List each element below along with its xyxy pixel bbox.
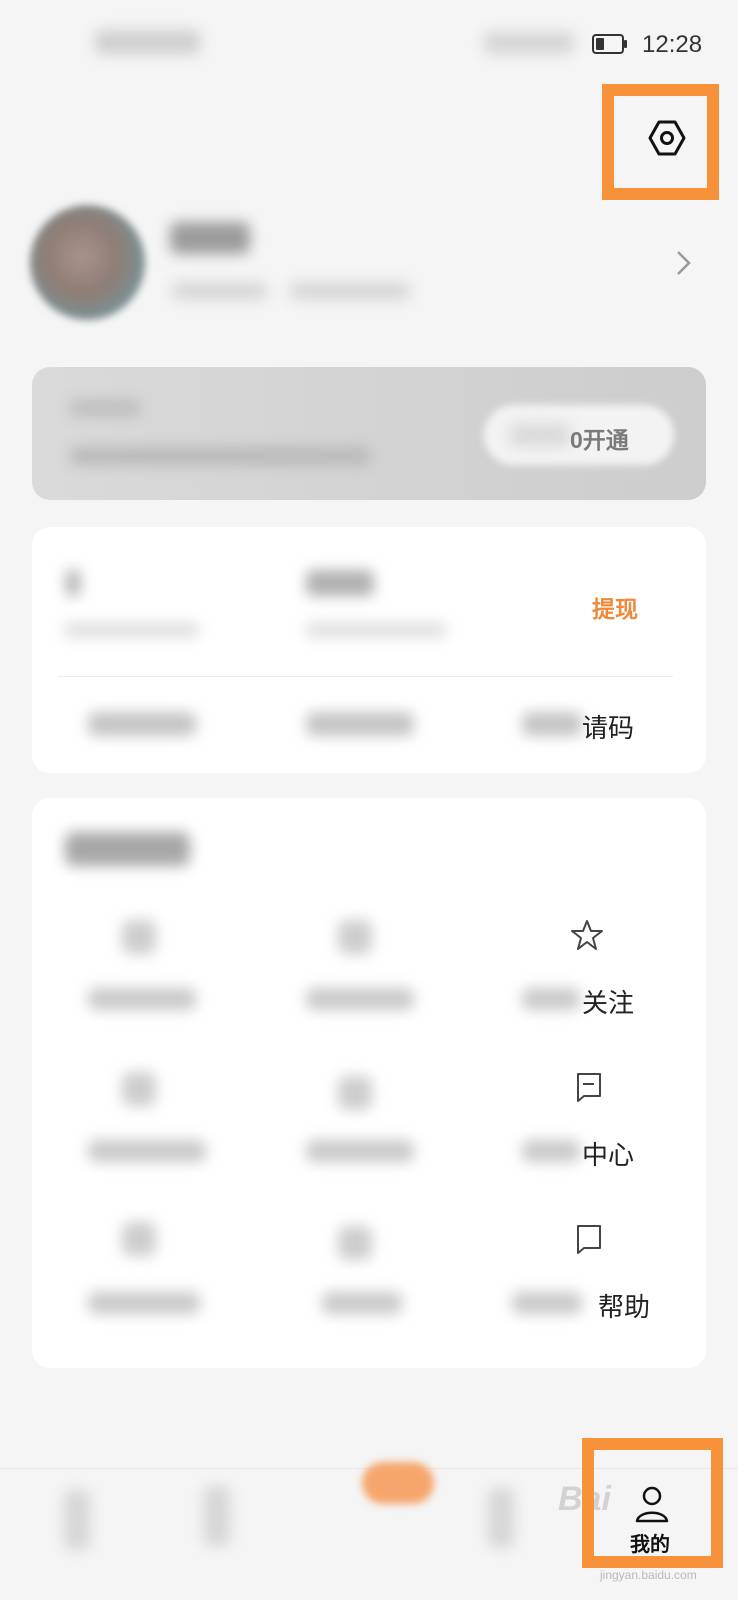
balance-value-blurred bbox=[66, 570, 80, 596]
invite-code-prefix-blurred bbox=[522, 712, 582, 736]
service-label-prefix-blurred bbox=[512, 1292, 582, 1314]
status-bar-time: 12:28 bbox=[642, 31, 703, 58]
service-icon-blurred[interactable] bbox=[122, 920, 156, 954]
profile-subtitle-blurred bbox=[172, 282, 267, 300]
wallet-divider bbox=[58, 676, 673, 677]
help-chat-icon[interactable] bbox=[570, 1222, 604, 1256]
person-icon[interactable] bbox=[634, 1484, 670, 1524]
message-box-icon[interactable] bbox=[570, 1070, 604, 1104]
center-label[interactable]: 中心 bbox=[582, 1135, 634, 1172]
service-label-blurred bbox=[306, 1140, 414, 1162]
nav-tab-center[interactable] bbox=[362, 1462, 434, 1504]
nav-tab-2-blurred[interactable] bbox=[204, 1486, 230, 1546]
profile-id-blurred bbox=[290, 282, 410, 300]
watermark-url: jingyan.baidu.com bbox=[600, 1568, 697, 1582]
service-icon-blurred[interactable] bbox=[338, 1076, 372, 1110]
avatar[interactable] bbox=[30, 205, 145, 320]
service-label-blurred bbox=[88, 988, 196, 1010]
service-label-prefix-blurred bbox=[522, 1140, 580, 1162]
service-icon-blurred[interactable] bbox=[122, 1222, 156, 1256]
nav-tab-me[interactable]: 我的 bbox=[630, 1528, 670, 1557]
battery-icon bbox=[592, 34, 627, 54]
coins-label-blurred bbox=[306, 622, 446, 638]
services-title-blurred bbox=[65, 832, 190, 866]
status-bar-signal-blurred bbox=[484, 32, 574, 54]
invite-code-link[interactable]: 请码 bbox=[582, 708, 634, 745]
withdraw-button[interactable]: 提现 bbox=[592, 590, 638, 624]
follow-label[interactable]: 关注 bbox=[582, 983, 634, 1020]
service-label-blurred bbox=[88, 1140, 206, 1162]
balance-label-blurred bbox=[64, 622, 199, 638]
service-label-blurred bbox=[306, 988, 414, 1010]
service-icon-blurred[interactable] bbox=[122, 1072, 156, 1106]
nav-tab-4-blurred[interactable] bbox=[488, 1488, 514, 1548]
service-label-blurred bbox=[322, 1292, 402, 1314]
chevron-right-icon[interactable] bbox=[672, 248, 694, 278]
wallet-link-1-blurred[interactable] bbox=[88, 712, 196, 736]
vip-description-blurred bbox=[70, 447, 370, 465]
coins-value-blurred bbox=[306, 570, 374, 596]
help-label[interactable]: 帮助 bbox=[598, 1287, 650, 1324]
star-icon[interactable] bbox=[570, 918, 604, 952]
username-blurred bbox=[170, 222, 250, 254]
nav-tab-home-blurred[interactable] bbox=[64, 1490, 90, 1550]
status-bar-carrier-blurred bbox=[95, 30, 200, 54]
service-label-blurred bbox=[88, 1292, 200, 1314]
service-icon-blurred[interactable] bbox=[338, 1226, 372, 1260]
vip-activate-label: 0开通 bbox=[570, 427, 629, 453]
service-icon-blurred[interactable] bbox=[338, 920, 372, 954]
wallet-link-2-blurred[interactable] bbox=[306, 712, 414, 736]
settings-icon[interactable] bbox=[647, 118, 687, 158]
vip-title-blurred bbox=[70, 400, 140, 416]
vip-price-blurred bbox=[510, 424, 570, 446]
service-label-prefix-blurred bbox=[522, 988, 580, 1010]
